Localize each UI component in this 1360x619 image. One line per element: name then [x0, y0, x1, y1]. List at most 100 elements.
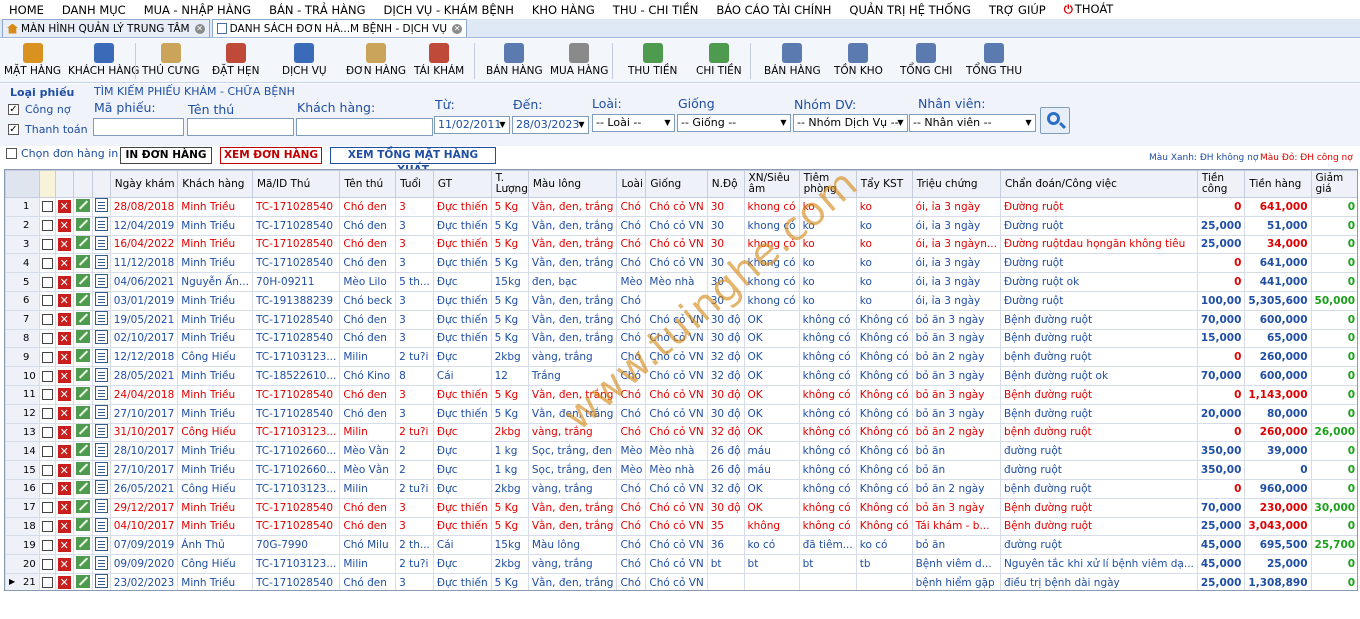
delete-icon[interactable]: ✕	[57, 407, 71, 421]
table-row[interactable]: 15 ✕ 27/10/2017 Minh Triều TC-17102660... Mèo…	[5, 460, 1357, 480]
table-row[interactable]: 20 ✕ 09/09/2020 Công Hiếu TC-17103123... Mili…	[5, 554, 1357, 574]
row-select-checkbox[interactable]	[41, 389, 53, 401]
delete-icon[interactable]: ✕	[57, 219, 71, 233]
edit-icon[interactable]	[75, 368, 90, 382]
toolbar-button[interactable]: THU TIỀN	[628, 41, 677, 81]
menu-logout[interactable]: ⏻ THOÁT	[1055, 2, 1123, 17]
detail-icon[interactable]	[94, 518, 108, 532]
toolbar-button[interactable]: KHÁCH HÀNG	[68, 41, 139, 81]
edit-icon[interactable]	[75, 537, 90, 551]
row-header[interactable]: 15	[5, 460, 40, 480]
edit-icon[interactable]	[75, 443, 90, 457]
detail-icon[interactable]	[94, 405, 108, 420]
delete-icon[interactable]: ✕	[57, 388, 71, 402]
edit-icon[interactable]	[75, 405, 90, 419]
detail-icon[interactable]	[94, 499, 108, 514]
row-header[interactable]: 10	[5, 366, 40, 386]
customer-input[interactable]	[296, 118, 433, 136]
toolbar-button[interactable]: CHI TIỀN	[696, 41, 742, 81]
detail-icon[interactable]	[94, 442, 108, 457]
toolbar-button[interactable]: BÁN HÀNG	[486, 41, 543, 81]
row-select-checkbox[interactable]	[41, 370, 53, 382]
table-row[interactable]: 19 ✕ 07/09/2019 Ánh Thủ 70G-7990 Chó Milu 2 th…	[5, 535, 1357, 556]
column-header[interactable]: Giảm giá	[1310, 170, 1357, 198]
detail-icon[interactable]	[94, 480, 108, 495]
row-header[interactable]: 5	[5, 272, 40, 292]
menu-item[interactable]: BÁN - TRẢ HÀNG	[260, 3, 374, 17]
close-tab-icon[interactable]: ✕	[194, 23, 205, 34]
paid-checkbox[interactable]: ✓	[8, 124, 19, 135]
delete-icon[interactable]: ✕	[57, 576, 71, 590]
table-row[interactable]: 1 ✕ 28/08/2018 Minh Triều TC-171028540 Chó đe…	[5, 197, 1357, 217]
menu-item[interactable]: QUẢN TRỊ HỆ THỐNG	[840, 3, 979, 17]
row-header[interactable]: 2	[5, 215, 40, 236]
row-header[interactable]: 14	[5, 441, 40, 462]
service-group-select[interactable]: -- Nhóm Dịch Vụ -- ▼	[793, 114, 908, 132]
row-select-checkbox[interactable]	[41, 201, 53, 213]
row-header[interactable]: 11	[5, 384, 40, 405]
delete-icon[interactable]: ✕	[57, 519, 71, 533]
search-button[interactable]	[1040, 107, 1070, 134]
menu-item[interactable]: HOME	[0, 3, 53, 17]
detail-icon[interactable]	[94, 348, 108, 363]
row-select-checkbox[interactable]	[41, 520, 53, 532]
row-select-checkbox[interactable]	[41, 220, 53, 232]
column-header[interactable]: Loài	[616, 170, 647, 198]
delete-icon[interactable]: ✕	[57, 444, 71, 458]
delete-icon[interactable]: ✕	[57, 463, 71, 477]
toolbar-button[interactable]: BÁN HÀNG	[764, 41, 821, 81]
breed-select[interactable]: -- Giống -- ▼	[677, 114, 791, 132]
edit-icon[interactable]	[75, 386, 90, 400]
detail-icon[interactable]	[94, 367, 108, 382]
toolbar-button[interactable]: TỔNG THU	[966, 41, 1022, 81]
corner-header[interactable]	[5, 170, 40, 198]
row-header[interactable]: 18	[5, 516, 40, 537]
table-row[interactable]: 12 ✕ 27/10/2017 Minh Triều TC-171028540 Chó đ…	[5, 403, 1357, 424]
column-header[interactable]: XN/Siêu âm	[743, 170, 800, 198]
detail-icon[interactable]	[94, 311, 108, 326]
edit-icon[interactable]	[75, 556, 90, 570]
close-tab-icon[interactable]: ✕	[452, 23, 463, 34]
edit-icon[interactable]	[75, 217, 90, 231]
edit-icon[interactable]	[75, 274, 90, 288]
menu-item[interactable]: KHO HÀNG	[523, 3, 604, 17]
edit-icon[interactable]	[75, 462, 90, 476]
column-header[interactable]: Tên thú	[339, 170, 397, 198]
toolbar-button[interactable]: TỒN KHO	[834, 41, 883, 81]
delete-icon[interactable]: ✕	[57, 538, 71, 552]
row-select-checkbox[interactable]	[41, 502, 53, 514]
delete-icon[interactable]: ✕	[57, 313, 71, 327]
table-row[interactable]: 10 ✕ 28/05/2021 Minh Triều TC-18522610... Chó…	[5, 366, 1357, 386]
edit-icon[interactable]	[75, 424, 90, 438]
tab-order-list[interactable]: DANH SÁCH ĐƠN HÀ...M BỆNH - DỊCH VỤ ✕	[211, 19, 468, 37]
edit-icon[interactable]	[75, 311, 90, 325]
menu-item[interactable]: MUA - NHẬP HÀNG	[135, 3, 260, 17]
delete-icon[interactable]: ✕	[57, 237, 71, 251]
edit-icon[interactable]	[75, 499, 90, 513]
table-row[interactable]: 8 ✕ 02/10/2017 Minh Triều TC-171028540 Chó đe…	[5, 328, 1357, 349]
detail-icon[interactable]	[94, 292, 108, 307]
table-row[interactable]: ▶ 21 ✕ 23/02/2023 Minh Triều TC-171028540 Chó …	[5, 572, 1357, 590]
ticket-code-input[interactable]	[93, 118, 184, 136]
table-row[interactable]: 17 ✕ 29/12/2017 Minh Triều TC-171028540 Chó đ…	[5, 497, 1357, 518]
column-header[interactable]: Tiền công	[1196, 170, 1246, 198]
row-header[interactable]: 7	[5, 309, 40, 330]
menu-item[interactable]: TRỢ GIÚP	[980, 3, 1055, 17]
menu-item[interactable]: BÁO CÁO TÀI CHÍNH	[707, 3, 840, 17]
row-header[interactable]: ▶ 21	[5, 572, 40, 590]
table-row[interactable]: 5 ✕ 04/06/2021 Nguyễn Ấn... 70H-09211 Mèo Lil…	[5, 272, 1357, 292]
column-header[interactable]: Khách hàng	[177, 170, 253, 198]
row-select-checkbox[interactable]	[41, 408, 53, 420]
row-select-checkbox[interactable]	[41, 332, 53, 344]
toolbar-button[interactable]: DỊCH VỤ	[282, 41, 327, 81]
row-header[interactable]: 3	[5, 234, 40, 255]
detail-icon[interactable]	[94, 236, 108, 250]
dropdown-arrow-icon[interactable]: ▼	[496, 117, 509, 133]
detail-icon[interactable]	[94, 424, 108, 438]
edit-icon[interactable]	[75, 574, 90, 588]
row-header[interactable]: 8	[5, 328, 40, 349]
row-header[interactable]: 12	[5, 403, 40, 424]
delete-icon[interactable]: ✕	[57, 200, 71, 214]
toolbar-button[interactable]: TÁI KHÁM	[414, 41, 464, 81]
print-order-button[interactable]: IN ĐƠN HÀNG	[120, 147, 212, 164]
